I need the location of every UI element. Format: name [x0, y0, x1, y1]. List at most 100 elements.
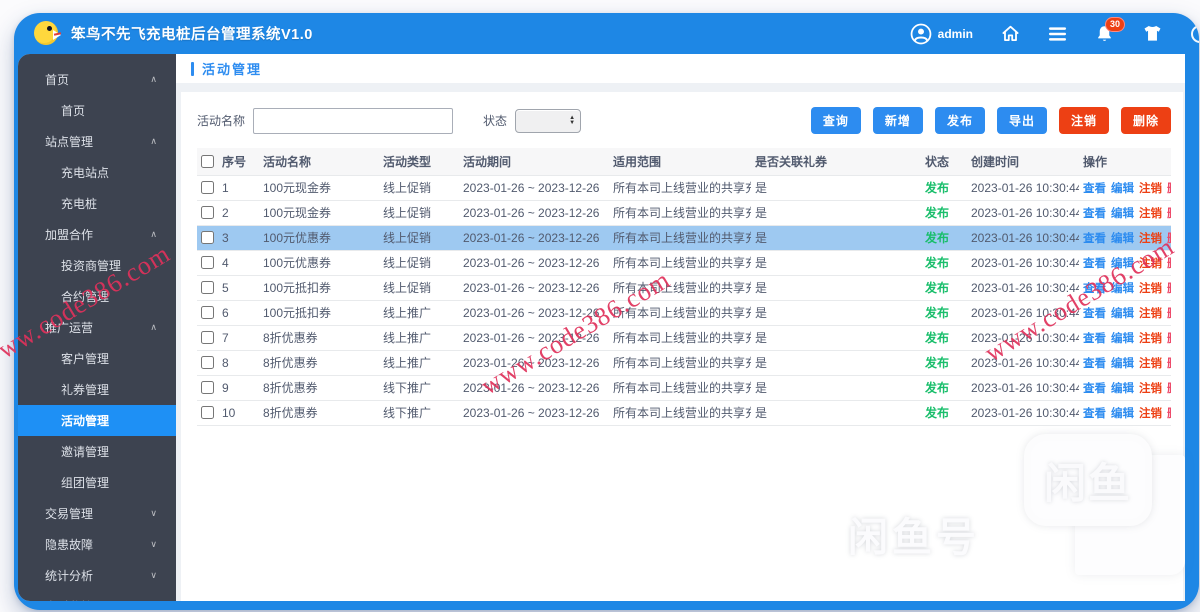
row-checkbox[interactable]: [201, 230, 214, 244]
sidebar-section-5[interactable]: 隐患故障 ∨: [18, 529, 176, 560]
toolbar-button-4[interactable]: 注销: [1058, 107, 1109, 134]
menu-icon[interactable]: [1048, 26, 1067, 42]
notification-bell-icon[interactable]: 30: [1095, 16, 1125, 44]
action-link-edit[interactable]: 编辑: [1111, 358, 1134, 370]
activity-name-input[interactable]: [253, 107, 454, 134]
partial-circle-icon[interactable]: [1191, 24, 1199, 43]
action-link-logoff[interactable]: 注销: [1139, 208, 1162, 220]
action-link-logoff[interactable]: 注销: [1139, 358, 1162, 370]
toolbar-button-2[interactable]: 发布: [934, 107, 985, 134]
action-link-del[interactable]: 删除: [1167, 358, 1171, 370]
action-link-del[interactable]: 删除: [1167, 233, 1171, 245]
action-link-logoff[interactable]: 注销: [1139, 283, 1162, 295]
action-link-logoff[interactable]: 注销: [1139, 233, 1162, 245]
action-link-logoff[interactable]: 注销: [1139, 308, 1162, 320]
action-link-edit[interactable]: 编辑: [1111, 233, 1134, 245]
sidebar-item-3-4[interactable]: 组团管理: [18, 467, 176, 498]
action-link-del[interactable]: 删除: [1167, 283, 1171, 295]
action-link-del[interactable]: 删除: [1167, 408, 1171, 420]
action-link-del[interactable]: 删除: [1167, 308, 1171, 320]
sidebar-item-2-0[interactable]: 投资商管理: [18, 250, 176, 281]
action-link-view[interactable]: 查看: [1083, 308, 1106, 320]
row-checkbox[interactable]: [201, 355, 214, 369]
table-row[interactable]: 3 100元优惠券 线上促销 2023-01-26 ~ 2023-12-26 所有本司上…: [197, 225, 1171, 251]
action-link-view[interactable]: 查看: [1083, 258, 1106, 270]
status-select[interactable]: ▲ ▼: [515, 108, 582, 133]
action-link-edit[interactable]: 编辑: [1111, 308, 1134, 320]
cell-no: 7: [197, 325, 259, 351]
action-link-edit[interactable]: 编辑: [1111, 208, 1134, 220]
sidebar-section-1[interactable]: 站点管理 ∧: [18, 126, 176, 157]
action-link-edit[interactable]: 编辑: [1111, 333, 1134, 345]
table-row[interactable]: 9 8折优惠券 线下推广 2023-01-26 ~ 2023-12-26 所有本司上线营…: [197, 375, 1171, 401]
action-link-view[interactable]: 查看: [1083, 183, 1106, 195]
action-link-logoff[interactable]: 注销: [1139, 408, 1162, 420]
row-checkbox[interactable]: [201, 380, 214, 394]
table-row[interactable]: 6 100元抵扣券 线上推广 2023-01-26 ~ 2023-12-26 所有本司上…: [197, 300, 1171, 326]
cell-created: 2023-01-26 10:30:44: [967, 400, 1079, 426]
action-link-del[interactable]: 删除: [1167, 208, 1171, 220]
action-link-view[interactable]: 查看: [1083, 208, 1106, 220]
table-row[interactable]: 8 8折优惠券 线上推广 2023-01-26 ~ 2023-12-26 所有本司上线营…: [197, 350, 1171, 376]
sidebar-section-3[interactable]: 推广运营 ∧: [18, 312, 176, 343]
sidebar-item-2-1[interactable]: 合约管理: [18, 281, 176, 312]
row-checkbox[interactable]: [201, 205, 214, 219]
action-link-del[interactable]: 删除: [1167, 383, 1171, 395]
action-link-view[interactable]: 查看: [1083, 233, 1106, 245]
table-row[interactable]: 7 8折优惠券 线上推广 2023-01-26 ~ 2023-12-26 所有本司上线营…: [197, 325, 1171, 351]
toolbar-button-0[interactable]: 查询: [810, 107, 861, 134]
cell-status-value: 发布: [925, 231, 950, 245]
action-link-edit[interactable]: 编辑: [1111, 408, 1134, 420]
action-link-view[interactable]: 查看: [1083, 358, 1106, 370]
cell-type: 线上促销: [379, 250, 459, 276]
user-menu[interactable]: admin: [910, 23, 973, 45]
action-link-edit[interactable]: 编辑: [1111, 183, 1134, 195]
table-row[interactable]: 4 100元优惠券 线上促销 2023-01-26 ~ 2023-12-26 所有本司上…: [197, 250, 1171, 276]
sidebar-item-1-0[interactable]: 充电站点: [18, 157, 176, 188]
row-checkbox[interactable]: [201, 405, 214, 419]
sidebar-item-3-1[interactable]: 礼券管理: [18, 374, 176, 405]
action-link-view[interactable]: 查看: [1083, 283, 1106, 295]
sidebar-item-3-3[interactable]: 邀请管理: [18, 436, 176, 467]
toolbar-button-5[interactable]: 删除: [1120, 107, 1171, 134]
table-row[interactable]: 2 100元现金券 线上促销 2023-01-26 ~ 2023-12-26 所有本司上…: [197, 200, 1171, 226]
row-checkbox[interactable]: [201, 330, 214, 344]
cell-created-value: 2023-01-26 10:30:44: [971, 405, 1079, 420]
sidebar-section-6[interactable]: 统计分析 ∨: [18, 560, 176, 591]
sidebar-section-4[interactable]: 交易管理 ∨: [18, 498, 176, 529]
action-link-logoff[interactable]: 注销: [1139, 383, 1162, 395]
table-row[interactable]: 5 100元抵扣券 线上促销 2023-01-26 ~ 2023-12-26 所有本司上…: [197, 275, 1171, 301]
sidebar-item-3-0[interactable]: 客户管理: [18, 343, 176, 374]
home-icon[interactable]: [1001, 24, 1020, 43]
sidebar-item-0-0[interactable]: 首页: [18, 95, 176, 126]
action-link-logoff[interactable]: 注销: [1139, 183, 1162, 195]
sidebar-section-0[interactable]: 首页 ∧: [18, 64, 176, 95]
row-checkbox[interactable]: [201, 280, 214, 294]
action-link-view[interactable]: 查看: [1083, 333, 1106, 345]
row-checkbox[interactable]: [201, 255, 214, 269]
sidebar-section-2[interactable]: 加盟合作 ∧: [18, 219, 176, 250]
table-row[interactable]: 1 100元现金券 线上促销 2023-01-26 ~ 2023-12-26 所有本司上…: [197, 175, 1171, 201]
action-link-view[interactable]: 查看: [1083, 408, 1106, 420]
row-checkbox[interactable]: [201, 180, 214, 194]
action-link-view[interactable]: 查看: [1083, 383, 1106, 395]
toolbar-button-3[interactable]: 导出: [996, 107, 1047, 134]
action-link-del[interactable]: 删除: [1167, 258, 1171, 270]
toolbar-button-1[interactable]: 新增: [872, 107, 923, 134]
action-link-logoff[interactable]: 注销: [1139, 258, 1162, 270]
row-checkbox[interactable]: [201, 305, 214, 319]
sidebar-item-1-1[interactable]: 充电桩: [18, 188, 176, 219]
cell-no-value: 9: [222, 380, 229, 395]
action-link-edit[interactable]: 编辑: [1111, 383, 1134, 395]
sidebar-section-7[interactable]: 实时监控∨: [18, 591, 176, 601]
theme-shirt-icon[interactable]: [1142, 24, 1163, 43]
action-link-edit[interactable]: 编辑: [1111, 283, 1134, 295]
action-link-del[interactable]: 删除: [1167, 183, 1171, 195]
cell-created: 2023-01-26 10:30:44: [967, 250, 1079, 276]
sidebar-item-3-2[interactable]: 活动管理: [18, 405, 176, 436]
action-link-del[interactable]: 删除: [1167, 333, 1171, 345]
action-link-edit[interactable]: 编辑: [1111, 258, 1134, 270]
action-link-logoff[interactable]: 注销: [1139, 333, 1162, 345]
table-row[interactable]: 10 8折优惠券 线下推广 2023-01-26 ~ 2023-12-26 所有本司上线…: [197, 400, 1171, 426]
select-all-checkbox[interactable]: [201, 154, 214, 168]
